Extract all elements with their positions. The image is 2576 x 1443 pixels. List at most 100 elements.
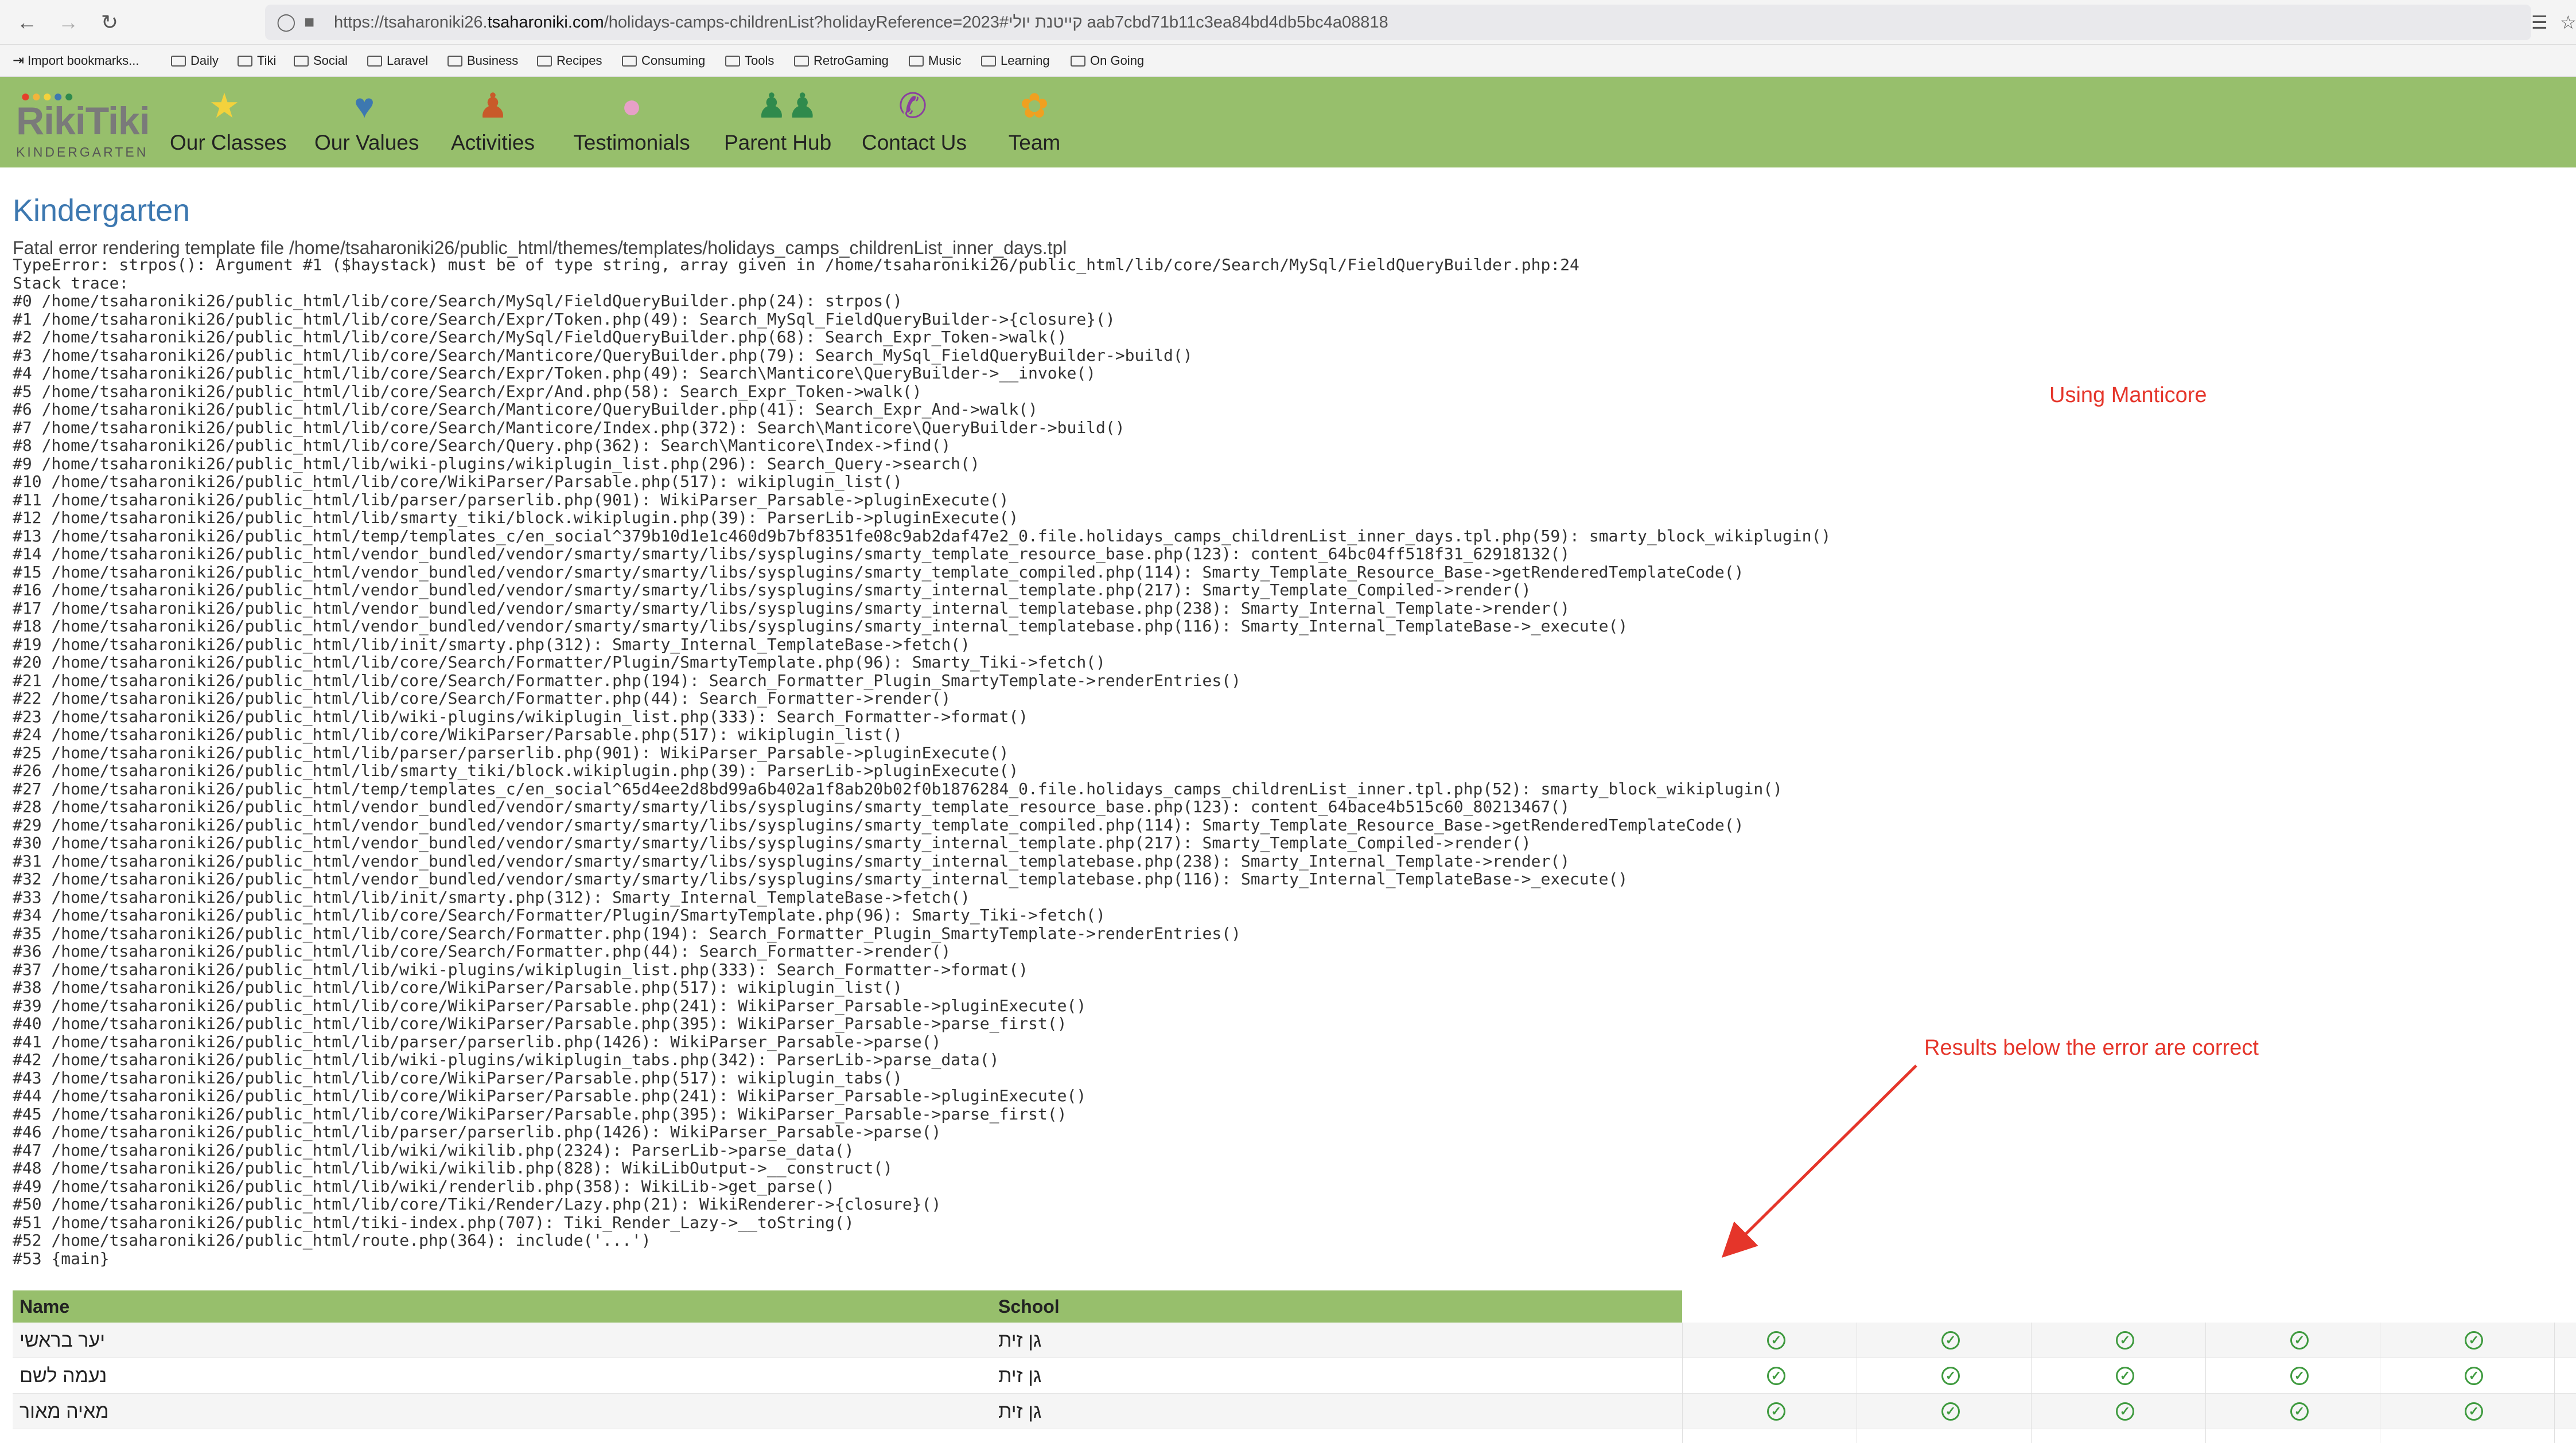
trace-line: #20 /home/tsaharoniki26/public_html/lib/… bbox=[13, 653, 1106, 672]
bookmark-folder-retrogaming[interactable]: RetroGaming bbox=[794, 45, 889, 77]
import-icon: ⇥ bbox=[13, 53, 25, 68]
column-divider bbox=[1682, 1323, 1683, 1443]
back-arrow-icon[interactable]: ← bbox=[13, 8, 41, 37]
forward-arrow-icon[interactable]: → bbox=[54, 8, 83, 37]
star-icon: ★ bbox=[209, 87, 240, 125]
trace-line: #32 /home/tsaharoniki26/public_html/vend… bbox=[13, 869, 1628, 888]
trace-line: #41 /home/tsaharoniki26/public_html/lib/… bbox=[13, 1032, 941, 1051]
bookmark-folder-tools[interactable]: Tools bbox=[725, 45, 774, 77]
trace-line: #17 /home/tsaharoniki26/public_html/vend… bbox=[13, 598, 1570, 618]
bookmark-folder-business[interactable]: Business bbox=[448, 45, 518, 77]
column-divider bbox=[2554, 1323, 2555, 1443]
bookmarks-bar: ⇥ Import bookmarks... Daily Tiki Social L… bbox=[0, 45, 2576, 77]
folder-icon bbox=[537, 56, 552, 67]
trace-line: TypeError: strpos(): Argument #1 ($hayst… bbox=[13, 255, 1579, 274]
check-circle-icon: ✓ bbox=[1941, 1402, 1960, 1421]
trace-line: #35 /home/tsaharoniki26/public_html/lib/… bbox=[13, 923, 1241, 943]
folder-icon bbox=[238, 56, 252, 67]
trace-line: #1 /home/tsaharoniki26/public_html/lib/c… bbox=[13, 309, 1115, 329]
trace-line: #40 /home/tsaharoniki26/public_html/lib/… bbox=[13, 1014, 1067, 1033]
trace-line: #50 /home/tsaharoniki26/public_html/lib/… bbox=[13, 1195, 941, 1214]
nav-activities[interactable]: ♟ Activities bbox=[450, 86, 536, 161]
logo-subtitle: KINDERGARTEN bbox=[16, 145, 149, 159]
folder-icon bbox=[909, 56, 924, 67]
site-logo[interactable]: ●●●●● RikiTiki KINDERGARTEN bbox=[13, 87, 150, 159]
trace-line: #23 /home/tsaharoniki26/public_html/lib/… bbox=[13, 707, 1029, 726]
trace-line: #21 /home/tsaharoniki26/public_html/lib/… bbox=[13, 670, 1241, 690]
address-bar[interactable]: ◯ ■ https://tsaharoniki26.tsaharoniki.co… bbox=[265, 5, 2531, 40]
hand-heart-icon: ♥ bbox=[354, 87, 375, 125]
trace-line: #52 /home/tsaharoniki26/public_html/rout… bbox=[13, 1231, 651, 1250]
bookmark-folder-recipes[interactable]: Recipes bbox=[537, 45, 602, 77]
trace-line: #45 /home/tsaharoniki26/public_html/lib/… bbox=[13, 1104, 1067, 1124]
nav-testimonials[interactable]: ● Testimonials bbox=[571, 86, 692, 161]
column-divider bbox=[2205, 1323, 2206, 1443]
site-nav: ●●●●● RikiTiki KINDERGARTEN ★ Our Classe… bbox=[0, 77, 2576, 167]
check-circle-icon: ✓ bbox=[1941, 1367, 1960, 1385]
trace-line: #28 /home/tsaharoniki26/public_html/vend… bbox=[13, 797, 1570, 816]
trace-line: Stack trace: bbox=[13, 273, 129, 292]
trace-line: #22 /home/tsaharoniki26/public_html/lib/… bbox=[13, 689, 951, 708]
trace-line: #12 /home/tsaharoniki26/public_html/lib/… bbox=[13, 508, 1019, 527]
trace-line: #7 /home/tsaharoniki26/public_html/lib/c… bbox=[13, 418, 1125, 437]
trace-line: #47 /home/tsaharoniki26/public_html/lib/… bbox=[13, 1140, 854, 1160]
reload-icon[interactable]: ↻ bbox=[95, 8, 124, 37]
bookmark-folder-tiki[interactable]: Tiki bbox=[238, 45, 276, 77]
column-header-name[interactable]: Name bbox=[20, 1290, 69, 1323]
bookmark-folder-social[interactable]: Social bbox=[294, 45, 348, 77]
bookmark-folder-daily[interactable]: Daily bbox=[171, 45, 219, 77]
check-circle-icon: ✓ bbox=[2116, 1367, 2134, 1385]
bookmark-folder-laravel[interactable]: Laravel bbox=[367, 45, 428, 77]
nav-parent-hub[interactable]: ♟♟ Parent Hub bbox=[724, 86, 831, 161]
trace-line: #5 /home/tsaharoniki26/public_html/lib/c… bbox=[13, 381, 922, 401]
url-text[interactable]: https://tsaharoniki26.tsaharoniki.com/ho… bbox=[334, 5, 1388, 40]
bookmark-star-icon[interactable]: ☆ bbox=[2560, 8, 2576, 37]
reader-view-icon[interactable]: ☰ bbox=[2531, 8, 2548, 37]
trace-line: #2 /home/tsaharoniki26/public_html/lib/c… bbox=[13, 327, 1067, 346]
trace-line: #38 /home/tsaharoniki26/public_html/lib/… bbox=[13, 978, 902, 997]
table-row: נעמה לשם גן זית ✓ ✓ ✓ ✓ ✓ bbox=[13, 1358, 2576, 1394]
trace-line: #6 /home/tsaharoniki26/public_html/lib/c… bbox=[13, 400, 1038, 419]
phone-icon: ✆ bbox=[898, 87, 928, 125]
bookmark-folder-on-going[interactable]: On Going bbox=[1071, 45, 1144, 77]
lock-icon[interactable]: ■ bbox=[304, 8, 314, 37]
column-divider bbox=[2031, 1323, 2032, 1443]
folder-icon bbox=[1071, 56, 1085, 67]
column-header-school[interactable]: School bbox=[998, 1290, 1060, 1323]
trace-line: #14 /home/tsaharoniki26/public_html/vend… bbox=[13, 544, 1570, 563]
trace-line: #46 /home/tsaharoniki26/public_html/lib/… bbox=[13, 1122, 941, 1141]
people-icon: ♟♟ bbox=[756, 87, 818, 125]
cell-school: גן זית bbox=[998, 1365, 1042, 1387]
nav-team[interactable]: ✿ Team bbox=[998, 86, 1071, 161]
trace-line: #29 /home/tsaharoniki26/public_html/vend… bbox=[13, 815, 1744, 834]
check-circle-icon: ✓ bbox=[2290, 1331, 2309, 1350]
folder-icon bbox=[622, 56, 637, 67]
check-circle-icon: ✓ bbox=[2116, 1331, 2134, 1350]
logo-text: RikiTiki bbox=[16, 99, 150, 143]
trace-line: #25 /home/tsaharoniki26/public_html/lib/… bbox=[13, 743, 1009, 762]
folder-icon bbox=[367, 56, 382, 67]
bookmark-folder-consuming[interactable]: Consuming bbox=[622, 45, 705, 77]
bookmark-import[interactable]: ⇥ Import bookmarks... bbox=[13, 45, 139, 77]
trace-line: #13 /home/tsaharoniki26/public_html/temp… bbox=[13, 526, 1831, 545]
bookmark-folder-learning[interactable]: Learning bbox=[981, 45, 1050, 77]
nav-our-classes[interactable]: ★ Our Classes bbox=[170, 86, 287, 161]
table-row: יער בראשי גן זית ✓ ✓ ✓ ✓ ✓ bbox=[13, 1323, 2576, 1358]
folder-icon bbox=[725, 56, 740, 67]
trace-line: #53 {main} bbox=[13, 1249, 110, 1268]
folder-icon bbox=[981, 56, 996, 67]
check-circle-icon: ✓ bbox=[1767, 1402, 1785, 1421]
trace-line: #4 /home/tsaharoniki26/public_html/lib/c… bbox=[13, 364, 1096, 383]
shield-icon[interactable]: ◯ bbox=[277, 8, 296, 37]
stack-trace: TypeError: strpos(): Argument #1 ($hayst… bbox=[13, 256, 1831, 1268]
bookmark-folder-music[interactable]: Music bbox=[909, 45, 961, 77]
cell-school: גן זית bbox=[998, 1329, 1042, 1351]
trace-line: #49 /home/tsaharoniki26/public_html/lib/… bbox=[13, 1176, 835, 1196]
nav-contact-us[interactable]: ✆ Contact Us bbox=[862, 86, 967, 161]
trace-line: #30 /home/tsaharoniki26/public_html/vend… bbox=[13, 833, 1531, 852]
trace-line: #44 /home/tsaharoniki26/public_html/lib/… bbox=[13, 1086, 1087, 1105]
trace-line: #0 /home/tsaharoniki26/public_html/lib/c… bbox=[13, 291, 902, 310]
nav-our-values[interactable]: ♥ Our Values bbox=[314, 86, 419, 161]
check-circle-icon: ✓ bbox=[1767, 1331, 1785, 1350]
table-row: מאיה מאור גן זית ✓ ✓ ✓ ✓ ✓ bbox=[13, 1394, 2576, 1429]
